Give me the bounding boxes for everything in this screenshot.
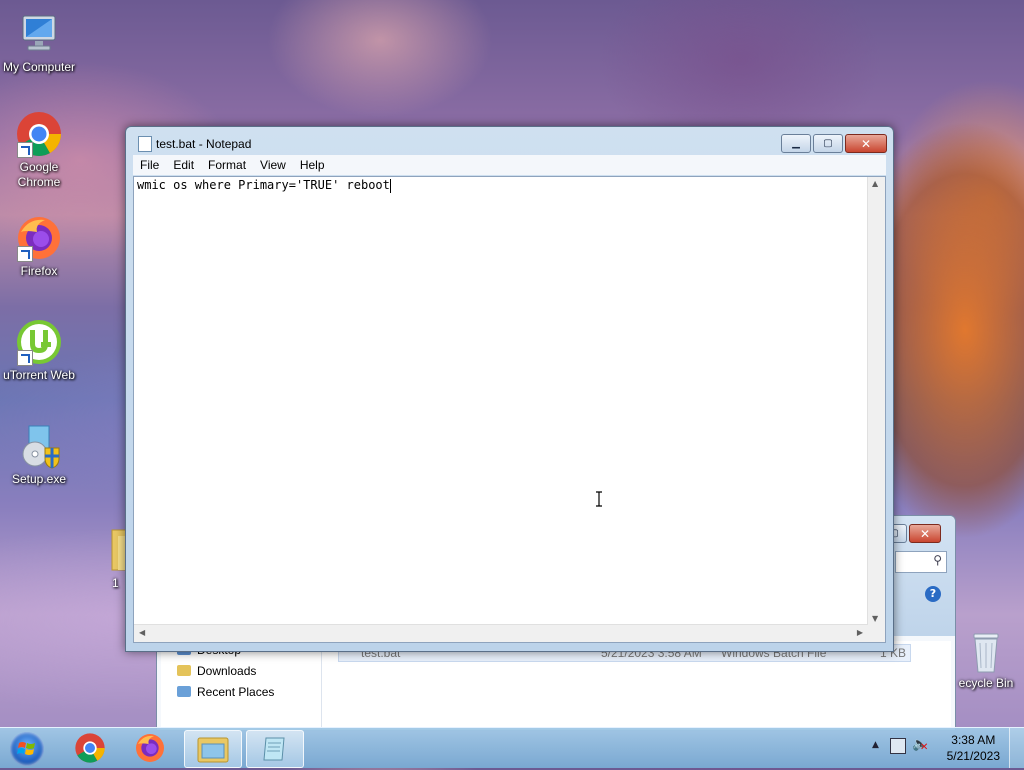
desktop-icon-setup-exe[interactable]: Setup.exe: [0, 422, 78, 487]
help-icon[interactable]: ?: [925, 586, 941, 602]
setup-installer-icon: [15, 422, 63, 470]
explorer-search-box[interactable]: ⚲: [895, 551, 947, 573]
windows-logo-icon: [10, 732, 44, 766]
text-editor[interactable]: wmic os where Primary='TRUE' reboot ▲ ▼ …: [133, 176, 886, 643]
desktop-icon-label: uTorrent Web: [3, 368, 75, 382]
menu-bar: File Edit Format View Help: [133, 155, 886, 175]
firefox-icon: [15, 214, 63, 262]
taskbar-firefox[interactable]: [122, 730, 178, 766]
desktop-icon-google-chrome[interactable]: Google Chrome: [0, 110, 78, 190]
recycle-bin-icon: [966, 630, 1006, 674]
system-tray: ▲ 🔈 ✕ 3:38 AM 5/21/2023: [864, 728, 1024, 768]
desktop-icon-my-computer[interactable]: My Computer: [0, 10, 78, 75]
menu-help[interactable]: Help: [293, 158, 332, 172]
volume-muted-icon[interactable]: 🔈 ✕: [912, 737, 928, 753]
notepad-window[interactable]: test.bat - Notepad ▁ ▢ ✕ File Edit Forma…: [125, 126, 894, 652]
clock[interactable]: 3:38 AM 5/21/2023: [947, 732, 1000, 764]
horizontal-scrollbar[interactable]: ◀ ▶: [134, 624, 868, 642]
taskbar-explorer[interactable]: [184, 730, 242, 768]
vertical-scrollbar[interactable]: ▲ ▼: [867, 177, 885, 625]
computer-icon: [15, 10, 63, 58]
desktop-icon-firefox[interactable]: Firefox: [0, 214, 78, 279]
folder-icon: [197, 737, 229, 763]
downloads-folder-icon: [177, 665, 191, 676]
taskbar-chrome[interactable]: [62, 730, 118, 766]
chrome-icon: [75, 733, 105, 763]
size-grip[interactable]: [868, 625, 885, 642]
menu-file[interactable]: File: [133, 158, 166, 172]
close-button[interactable]: ✕: [845, 134, 887, 153]
minimize-button[interactable]: ▁: [781, 134, 811, 153]
menu-edit[interactable]: Edit: [166, 158, 201, 172]
clock-date: 5/21/2023: [946, 749, 1000, 763]
firefox-icon: [136, 734, 164, 762]
maximize-button[interactable]: ▢: [813, 134, 843, 153]
start-button[interactable]: [4, 729, 48, 767]
utorrent-icon: [15, 318, 63, 366]
menu-format[interactable]: Format: [201, 158, 253, 172]
nav-item-downloads[interactable]: Downloads: [177, 664, 257, 678]
desktop-icon-label: ecycle Bin: [958, 676, 1014, 690]
desktop-icon-utorrent-web[interactable]: uTorrent Web: [0, 318, 78, 383]
chrome-icon: [15, 110, 63, 158]
desktop-icon-recycle-bin[interactable]: ecycle Bin: [948, 630, 1024, 691]
editor-content: wmic os where Primary='TRUE' reboot: [137, 178, 390, 192]
desktop-icon-label: Setup.exe: [11, 472, 67, 486]
desktop-icon-label: My Computer: [2, 60, 76, 74]
scroll-up-arrow-icon[interactable]: ▲: [872, 179, 878, 188]
explorer-close-button[interactable]: ✕: [909, 524, 941, 543]
notepad-icon: [263, 737, 285, 761]
explorer-file-list: test.bat 5/21/2023 3:58 AM Windows Batch…: [322, 641, 951, 730]
shortcut-arrow-icon: [17, 350, 33, 366]
taskbar: ▲ 🔈 ✕ 3:38 AM 5/21/2023: [0, 727, 1024, 768]
scroll-down-arrow-icon[interactable]: ▼: [872, 614, 878, 623]
shortcut-arrow-icon: [17, 142, 33, 158]
window-title: test.bat - Notepad: [156, 137, 252, 151]
text-cursor-icon: [595, 491, 603, 507]
editor-text-line: wmic os where Primary='TRUE' reboot: [137, 178, 391, 193]
nav-item-label: Downloads: [197, 664, 257, 678]
scroll-left-arrow-icon[interactable]: ◀: [139, 628, 145, 637]
show-hidden-icons-icon[interactable]: ▲: [872, 740, 879, 750]
shortcut-arrow-icon: [17, 246, 33, 262]
explorer-navigation-pane: Desktop Downloads Recent Places: [161, 641, 322, 730]
show-desktop-button[interactable]: [1009, 728, 1024, 768]
window-controls: ▁ ▢ ✕: [781, 134, 887, 153]
text-caret: [389, 178, 391, 193]
nav-item-recent-places[interactable]: Recent Places: [177, 685, 275, 699]
nav-item-label: Recent Places: [197, 685, 275, 699]
desktop-icon-label: Google Chrome: [17, 160, 61, 189]
recent-places-icon: [177, 686, 191, 697]
taskbar-notepad[interactable]: [246, 730, 304, 768]
network-icon[interactable]: [890, 738, 906, 754]
clock-time: 3:38 AM: [951, 733, 996, 747]
scroll-right-arrow-icon[interactable]: ▶: [857, 628, 863, 637]
search-icon: ⚲: [933, 553, 942, 567]
menu-view[interactable]: View: [253, 158, 293, 172]
notepad-icon: [138, 136, 152, 152]
desktop-icon-label: Firefox: [20, 264, 58, 278]
